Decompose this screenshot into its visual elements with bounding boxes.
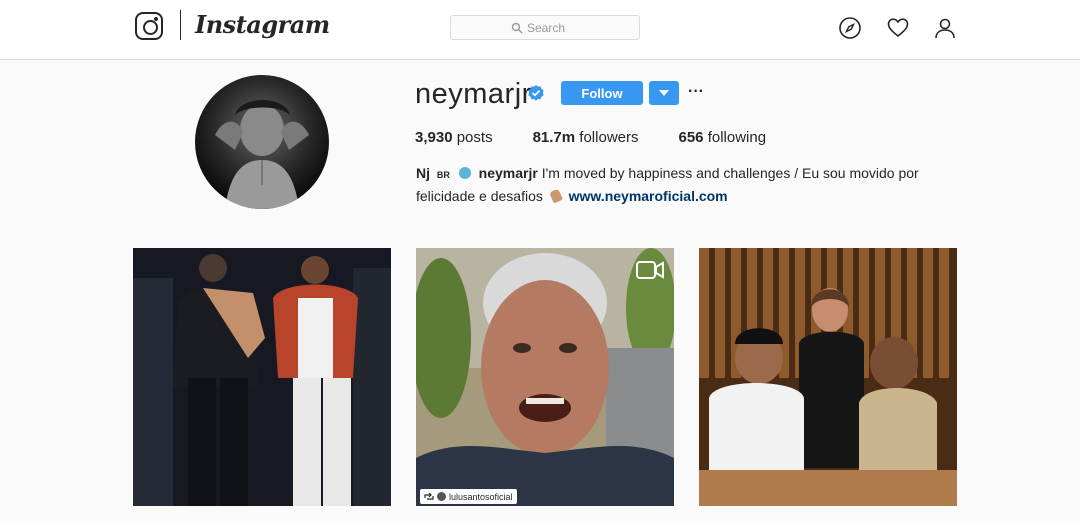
bio-website-link[interactable]: www.neymaroficial.com [569, 188, 728, 204]
suggested-accounts-dropdown-button[interactable] [649, 81, 679, 105]
repost-handle: lulusantosoficial [449, 491, 513, 502]
bio-text-line2: felicidade e desafios [416, 188, 543, 204]
following-label: following [707, 129, 767, 146]
profile-username: neymarjr [415, 78, 532, 110]
verified-badge-icon [528, 85, 544, 101]
avatar-portrait [215, 100, 309, 209]
followers-stat[interactable]: 81.7m followers [533, 129, 639, 146]
follow-button[interactable]: Follow [561, 81, 643, 105]
following-count: 656 [678, 129, 704, 146]
video-icon [636, 261, 664, 279]
posts-count: 3,930 [415, 129, 453, 146]
search-box[interactable] [450, 15, 640, 40]
instagram-logo-icon[interactable] [135, 12, 163, 40]
followers-label: followers [579, 129, 639, 146]
repost-avatar [437, 492, 446, 501]
user-icon[interactable] [933, 16, 957, 40]
post-1-photo [133, 248, 391, 506]
post-thumbnail-2[interactable]: lulusantosoficial [416, 248, 674, 506]
profile-bio: Nj BR neymarjr I'm moved by happiness an… [416, 163, 936, 207]
followers-count: 81.7m [532, 129, 576, 146]
bio-name: Nj [416, 165, 430, 181]
post-thumbnail-1[interactable] [133, 248, 391, 506]
bio-flag: BR [436, 170, 450, 180]
bio-handle-link[interactable]: neymarjr [479, 165, 538, 181]
top-navigation-bar: Instagram [0, 0, 1080, 60]
heart-icon[interactable] [886, 16, 910, 40]
repost-icon [424, 492, 434, 500]
post-2-photo [416, 248, 674, 506]
bio-text-line1: I'm moved by happiness and challenges / … [541, 165, 919, 181]
instagram-wordmark[interactable]: Instagram [195, 10, 330, 39]
post-3-photo [699, 248, 957, 506]
flexed-arm-icon [548, 188, 563, 204]
caret-down-icon [659, 90, 669, 96]
more-options-button[interactable]: ··· [686, 82, 706, 102]
posts-label: posts [456, 129, 493, 146]
search-input[interactable] [527, 20, 579, 35]
speech-bubble-icon [458, 167, 471, 179]
profile-avatar[interactable] [195, 75, 329, 209]
profile-stats: 3,930 posts 81.7m followers 656 followin… [415, 129, 806, 146]
repost-tag[interactable]: lulusantosoficial [420, 489, 517, 504]
post-thumbnail-3[interactable] [699, 248, 957, 506]
search-icon [511, 22, 523, 33]
following-stat[interactable]: 656 following [678, 129, 766, 146]
logo-divider [180, 10, 181, 40]
posts-stat: 3,930 posts [415, 129, 493, 146]
compass-icon[interactable] [838, 16, 862, 40]
